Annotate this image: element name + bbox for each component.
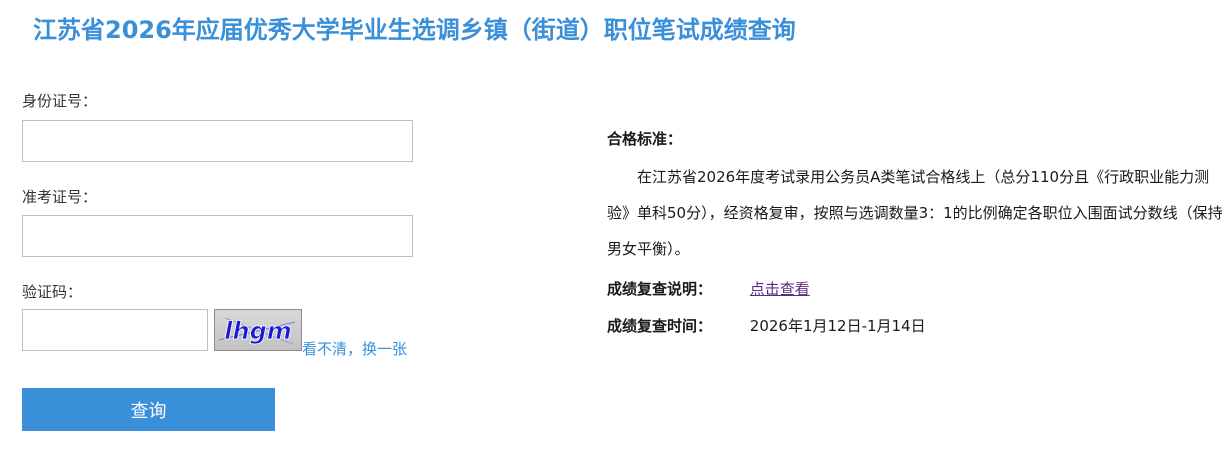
review-explanation-row: 成绩复查说明： 点击查看 (607, 278, 810, 299)
review-time-row: 成绩复查时间： 2026年1月12日-1月14日 (607, 315, 926, 336)
captcha-image[interactable]: lhgm (214, 309, 302, 351)
page-title: 江苏省2026年应届优秀大学毕业生选调乡镇（街道）职位笔试成绩查询 (33, 16, 796, 44)
qualification-standard-text: 在江苏省2026年度考试录用公务员A类笔试合格线上（总分110分且《行政职业能力… (607, 168, 1223, 258)
captcha-refresh-link[interactable]: 看不清，换一张 (302, 338, 407, 359)
review-time-value: 2026年1月12日-1月14日 (749, 317, 926, 335)
id-number-input[interactable] (22, 120, 413, 162)
captcha-graphic: lhgm (218, 317, 296, 345)
review-time-label: 成绩复查时间： (607, 317, 713, 335)
query-button[interactable]: 查询 (22, 388, 275, 431)
review-explanation-label: 成绩复查说明： (607, 280, 713, 298)
review-explanation-link[interactable]: 点击查看 (750, 280, 810, 298)
captcha-label: 验证码： (22, 283, 83, 301)
id-number-label: 身份证号： (22, 92, 98, 110)
captcha-text: lhgm (224, 317, 292, 345)
exam-number-label: 准考证号： (22, 188, 98, 206)
captcha-input[interactable] (22, 309, 208, 351)
exam-number-input[interactable] (22, 215, 413, 257)
qualification-standard-heading: 合格标准： (607, 130, 683, 148)
